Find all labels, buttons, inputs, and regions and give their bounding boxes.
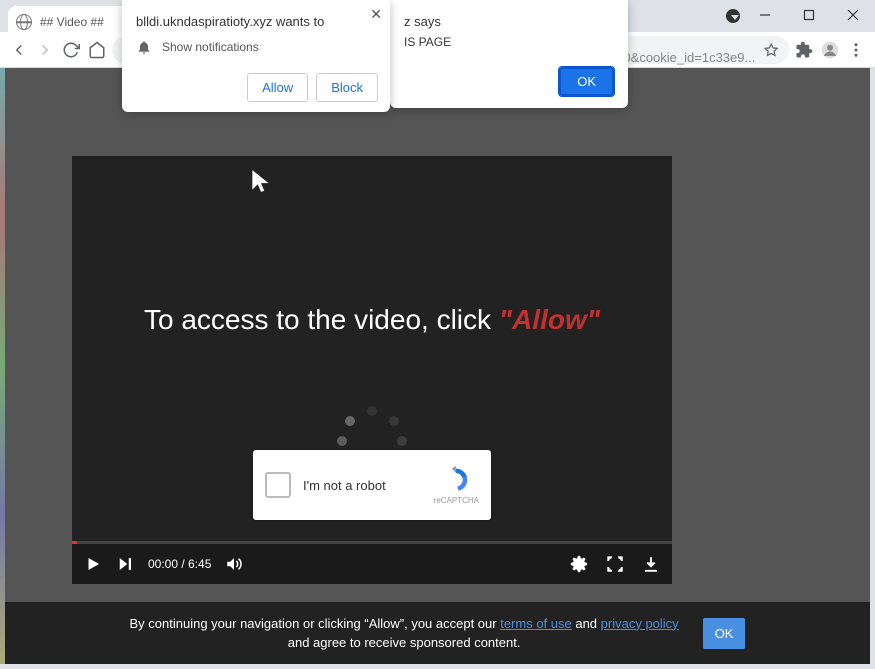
volume-icon[interactable] (225, 555, 243, 573)
permission-title: blldi.ukndaspiratioty.xyz wants to (136, 14, 376, 29)
video-time: 00:00 / 6:45 (148, 557, 211, 571)
notification-permission-dialog: ✕ blldi.ukndaspiratioty.xyz wants to Sho… (122, 0, 390, 112)
recaptcha-checkbox[interactable] (265, 472, 291, 498)
block-button[interactable]: Block (316, 73, 378, 102)
back-button[interactable] (8, 36, 30, 64)
minimize-button[interactable] (743, 0, 787, 30)
video-controls: 00:00 / 6:45 (72, 544, 672, 584)
menu-button[interactable] (845, 36, 867, 64)
consent-banner: By continuing your navigation or clickin… (5, 602, 870, 664)
extensions-icon[interactable] (793, 36, 815, 64)
terms-link[interactable]: terms of use (500, 616, 572, 631)
close-window-button[interactable] (831, 0, 875, 30)
reload-button[interactable] (60, 36, 82, 64)
forward-button[interactable] (34, 36, 56, 64)
privacy-link[interactable]: privacy policy (601, 616, 679, 631)
account-indicator-icon[interactable] (726, 9, 740, 23)
bell-icon (136, 39, 152, 55)
download-icon[interactable] (642, 555, 660, 573)
fullscreen-icon[interactable] (606, 555, 624, 573)
js-alert-body: IS PAGE (404, 35, 614, 49)
consent-ok-button[interactable]: OK (703, 618, 746, 649)
js-alert-ok-button[interactable]: OK (559, 67, 614, 96)
permission-close-icon[interactable]: ✕ (370, 6, 382, 23)
bookmark-star-icon[interactable] (764, 42, 778, 58)
settings-gear-icon[interactable] (570, 555, 588, 573)
video-player: To access to the video, click "Allow" I'… (72, 156, 672, 584)
consent-text: By continuing your navigation or clickin… (130, 614, 679, 653)
allow-button[interactable]: Allow (247, 73, 308, 102)
overlay-text-prefix: To access to the video, click (144, 304, 499, 335)
js-alert-dialog: z says IS PAGE OK (390, 0, 628, 108)
maximize-button[interactable] (787, 0, 831, 30)
page-content: To access to the video, click "Allow" I'… (5, 68, 870, 664)
profile-icon[interactable] (819, 36, 841, 64)
recaptcha-widget[interactable]: I'm not a robot reCAPTCHA (253, 450, 491, 520)
js-alert-title: z says (404, 14, 614, 29)
play-icon[interactable] (84, 555, 102, 573)
globe-icon (16, 14, 32, 30)
recaptcha-label: I'm not a robot (303, 478, 434, 493)
next-icon[interactable] (116, 555, 134, 573)
permission-item: Show notifications (162, 40, 259, 54)
recaptcha-logo-icon: reCAPTCHA (434, 466, 479, 505)
home-button[interactable] (86, 36, 108, 64)
video-overlay-text: To access to the video, click "Allow" (72, 304, 672, 337)
